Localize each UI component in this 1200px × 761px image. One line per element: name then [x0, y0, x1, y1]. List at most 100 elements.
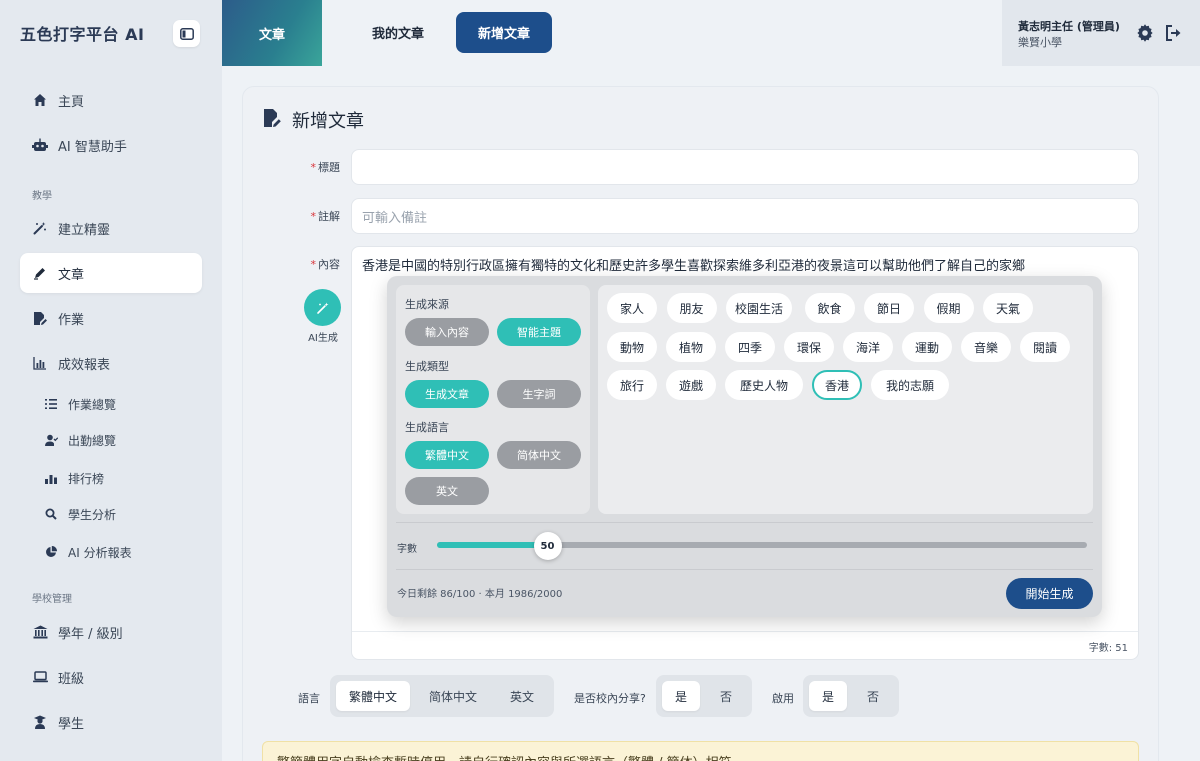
share-label: 是否校內分享? — [574, 692, 646, 705]
note-label-text: 註解 — [318, 210, 340, 223]
type-option-article[interactable]: 生成文章 — [405, 380, 489, 408]
sidebar-item-class[interactable]: 班級 — [20, 657, 202, 697]
topic-chip[interactable]: 歷史人物 — [725, 370, 803, 400]
lang-option-english[interactable]: 英文 — [405, 477, 489, 505]
sidebar-item-label: 學年 / 級別 — [58, 626, 123, 642]
source-title: 生成來源 — [405, 298, 449, 311]
title-input[interactable] — [351, 149, 1139, 185]
sidebar-item-article[interactable]: 文章 — [20, 253, 202, 293]
source-option-input[interactable]: 輸入內容 — [405, 318, 489, 346]
building-icon — [32, 624, 48, 640]
topic-chip[interactable]: 植物 — [666, 332, 716, 362]
sidebar-item-student[interactable]: 學生 — [20, 702, 202, 742]
topic-chip[interactable]: 音樂 — [961, 332, 1011, 362]
ai-generate-button[interactable] — [304, 289, 341, 326]
language-option-simplified[interactable]: 简体中文 — [416, 681, 490, 711]
sidebar-sub-label: 排行榜 — [68, 471, 105, 486]
type-option-vocab[interactable]: 生字詞 — [497, 380, 581, 408]
topic-chip[interactable]: 假期 — [923, 293, 974, 323]
list-icon — [44, 397, 58, 411]
topic-chip[interactable]: 旅行 — [607, 370, 657, 400]
robot-icon — [32, 137, 48, 153]
topic-chip[interactable]: 遊戲 — [666, 370, 716, 400]
topic-chip[interactable]: 海洋 — [843, 332, 893, 362]
divider — [396, 569, 1093, 570]
sidebar-item-label: 班級 — [58, 671, 85, 687]
tab-my-articles[interactable]: 我的文章 — [352, 12, 444, 52]
magic-wand-icon — [316, 302, 328, 314]
laptop-icon — [32, 669, 48, 685]
enable-option-no[interactable]: 否 — [853, 681, 893, 711]
share-option-no[interactable]: 否 — [706, 681, 746, 711]
user-check-icon — [44, 433, 58, 447]
divider — [352, 631, 1138, 632]
topic-chip[interactable]: 環保 — [784, 332, 834, 362]
home-icon — [32, 92, 48, 108]
topic-chip[interactable]: 四季 — [725, 332, 775, 362]
topic-chip[interactable]: 飲食 — [804, 293, 855, 323]
content-label: * 內容 — [310, 258, 341, 271]
sidebar-item-label: 成效報表 — [58, 357, 111, 373]
start-generate-button[interactable]: 開始生成 — [1006, 578, 1093, 609]
quota-text: 今日剩餘 86/100 · 本月 1986/2000 — [397, 589, 563, 600]
page-title: 新增文章 — [262, 107, 364, 133]
ai-options-column: 生成來源 輸入內容 智能主題 生成類型 生成文章 生字詞 生成語言 繁體中文 简… — [396, 285, 590, 514]
enable-label: 啟用 — [772, 692, 794, 705]
logout-icon[interactable] — [1165, 24, 1183, 46]
note-input[interactable]: 可輸入備註 — [351, 198, 1139, 234]
slider-fill — [437, 542, 548, 548]
sidebar-item-home[interactable]: 主頁 — [20, 80, 202, 120]
note-label: * 註解 — [310, 210, 341, 223]
tab-new-article[interactable]: 新增文章 — [456, 12, 552, 53]
section-label-teaching: 教學 — [32, 191, 52, 202]
language-segmented: 繁體中文 简体中文 英文 — [330, 675, 554, 717]
sidebar-item-year-grade[interactable]: 學年 / 級別 — [20, 612, 202, 652]
topic-chip[interactable]: 我的志願 — [871, 370, 949, 400]
sidebar-item-label: 文章 — [58, 267, 85, 283]
pen-icon — [32, 265, 48, 281]
search-icon — [44, 507, 58, 521]
sidebar-sub-label: 作業總覽 — [68, 397, 117, 412]
char-count: 字數: 51 — [1088, 643, 1128, 654]
sidebar-item-reports[interactable]: 成效報表 — [20, 343, 202, 383]
topic-chip[interactable]: 香港 — [812, 370, 862, 400]
topic-chip[interactable]: 動物 — [607, 332, 657, 362]
sidebar-sub-ranking[interactable]: 排行榜 — [44, 463, 104, 493]
sidebar-item-wizard[interactable]: 建立精靈 — [20, 208, 202, 248]
gear-icon[interactable] — [1136, 24, 1154, 46]
topic-chip[interactable]: 校園生活 — [726, 293, 792, 323]
topic-chip[interactable]: 家人 — [607, 293, 657, 323]
title-label-text: 標題 — [318, 161, 340, 174]
sidebar-sub-student-analysis[interactable]: 學生分析 — [44, 499, 116, 529]
slider-thumb[interactable]: 50 — [533, 532, 562, 560]
sidebar-item-label: 主頁 — [58, 94, 85, 110]
student-icon — [32, 714, 48, 730]
lang-option-simplified[interactable]: 简体中文 — [497, 441, 581, 469]
sidebar-toggle-icon — [179, 27, 194, 40]
sidebar-item-ai-assistant[interactable]: AI 智慧助手 — [20, 125, 202, 165]
user-name: 黃志明主任 (管理員) — [1018, 20, 1120, 33]
content-label-text: 內容 — [318, 258, 340, 271]
tab-article[interactable]: 文章 — [222, 0, 322, 66]
language-option-traditional[interactable]: 繁體中文 — [336, 681, 410, 711]
share-option-yes[interactable]: 是 — [662, 681, 700, 711]
type-title: 生成類型 — [405, 360, 449, 373]
file-edit-icon — [32, 310, 48, 326]
sidebar-sub-homework-overview[interactable]: 作業總覽 — [44, 389, 116, 419]
sidebar-item-label: 建立精靈 — [58, 222, 111, 238]
magic-wand-icon — [32, 220, 48, 236]
sidebar-item-homework[interactable]: 作業 — [20, 298, 202, 338]
topic-chip[interactable]: 閱讀 — [1020, 332, 1070, 362]
lang-option-traditional[interactable]: 繁體中文 — [405, 441, 489, 469]
topic-chip[interactable]: 朋友 — [666, 293, 717, 323]
source-option-smart-topic[interactable]: 智能主題 — [497, 318, 581, 346]
enable-option-yes[interactable]: 是 — [809, 681, 847, 711]
topic-chip[interactable]: 節日 — [864, 293, 914, 323]
topic-chip[interactable]: 運動 — [902, 332, 952, 362]
topic-chip[interactable]: 天氣 — [983, 293, 1033, 323]
sidebar-sub-attendance[interactable]: 出勤總覽 — [44, 425, 116, 455]
sidebar-collapse-button[interactable] — [173, 20, 200, 47]
user-school: 樂賢小學 — [1018, 36, 1062, 49]
sidebar-sub-ai-report[interactable]: AI 分析報表 — [44, 537, 132, 567]
language-option-english[interactable]: 英文 — [494, 681, 550, 711]
